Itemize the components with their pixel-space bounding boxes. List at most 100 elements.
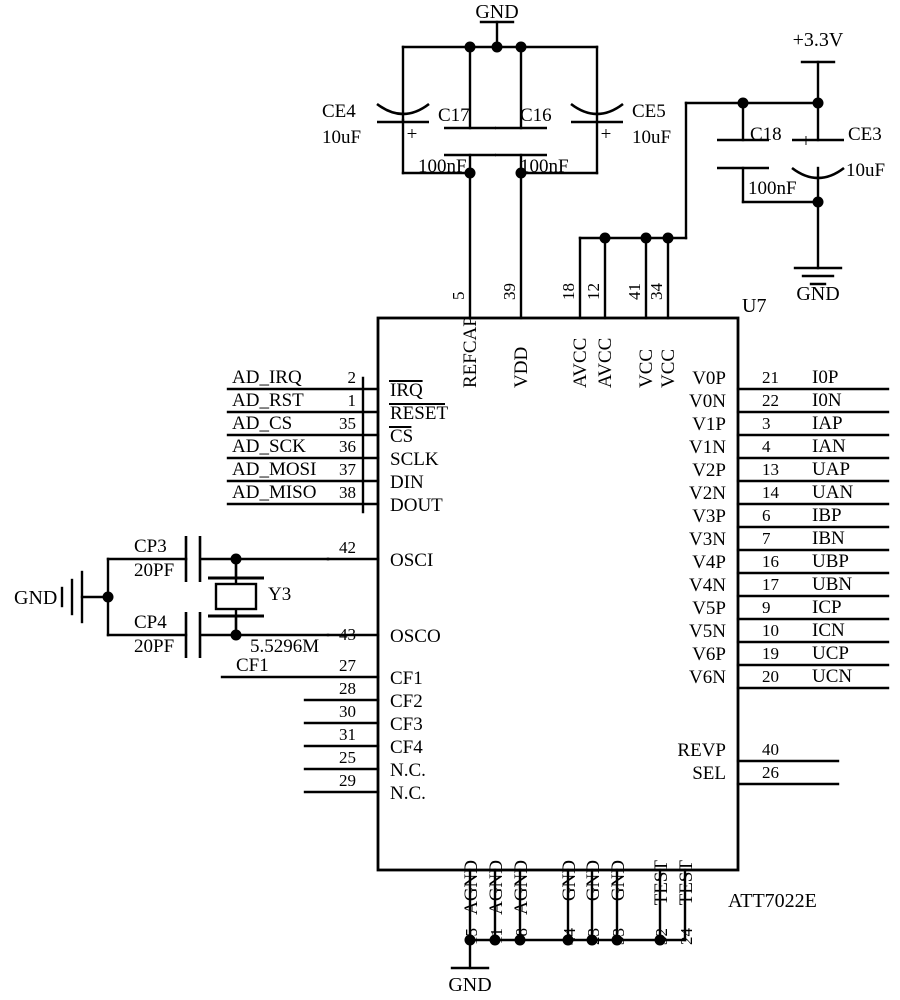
cap-val-c18: 100nF [748, 178, 797, 199]
ic-refdes: U7 [742, 295, 766, 317]
left-pin-name-cs: CS [390, 426, 413, 447]
schematic-drawing: GND+3.3VGNDGNDGNDCE410uFC17100nFC16100nF… [14, 1, 890, 996]
left-pin-number-37: 37 [339, 460, 357, 479]
top-pin-number-34: 34 [647, 283, 666, 301]
right-pin-name-ubn: UBN [812, 574, 852, 595]
cap-val-c16: 100nF [520, 156, 569, 177]
bottom-pin-number-11: 11 [487, 928, 506, 944]
cap-val-cp4: 20PF [134, 636, 174, 657]
polarity-ce5: + [601, 124, 612, 145]
bottom-pin-name-agnd-11: AGND [486, 860, 507, 915]
cap-ref-cp4: CP4 [134, 612, 167, 633]
left-pin-number-38: 38 [339, 483, 356, 502]
cap-ref-c17: C17 [438, 105, 470, 126]
right-pin-name-i0p: I0P [812, 367, 838, 388]
bottom-pin-name-gnd-44: GND [559, 860, 580, 901]
polarity-ce4: + [407, 124, 418, 145]
net-label-vcc: +3.3V [793, 29, 844, 51]
right-pin-name-ucp: UCP [812, 643, 849, 664]
right-pin-number-3: 3 [762, 414, 771, 433]
left-pin-name-cf4-31: CF4 [390, 737, 423, 758]
left-pin-number-36: 36 [339, 437, 356, 456]
left-pin-number-43: 43 [339, 625, 356, 644]
right-pin-number-17: 17 [762, 575, 780, 594]
bottom-pin-number-44: 44 [560, 928, 579, 946]
left-pin-number-31: 31 [339, 725, 356, 744]
top-pin-name-refcap-5: REFCAP [460, 316, 481, 388]
bottom-pin-name-test-32: TEST [651, 860, 672, 906]
right-pin-inner-v4n: V4N [689, 575, 726, 596]
right-pin-number-26: 26 [762, 763, 779, 782]
right-pin-number-16: 16 [762, 552, 779, 571]
net-label-ad_sck: AD_SCK [232, 436, 306, 457]
right-pin-number-13: 13 [762, 460, 779, 479]
net-label-ad_irq: AD_IRQ [232, 367, 302, 388]
right-pin-inner-v6n: V6N [689, 667, 726, 688]
top-pin-number-41: 41 [625, 283, 644, 300]
bottom-pin-name-gnd-33: GND [608, 860, 629, 901]
right-pin-number-7: 7 [762, 529, 771, 548]
top-pin-name-avcc-18: AVCC [570, 338, 591, 388]
right-pin-name-ian: IAN [812, 436, 846, 457]
bottom-pin-number-24: 24 [677, 928, 696, 946]
right-pin-name-ibp: IBP [812, 505, 842, 526]
cap-val-c17: 100nF [418, 156, 467, 177]
right-pin-inner-v2n: V2N [689, 483, 726, 504]
schematic-canvas: GND +3.3V GND GND GND CE4 10uF C17 100nF C16 100nF… [0, 0, 900, 1000]
text-layer: GND+3.3VGNDGNDGNDCE410uFC17100nFC16100nF… [14, 1, 885, 996]
left-pin-number-28: 28 [339, 679, 356, 698]
right-pin-number-20: 20 [762, 667, 779, 686]
bottom-pin-name-test-24: TEST [676, 860, 697, 906]
net-label-gnd-left: GND [14, 587, 57, 609]
left-pin-name-cf3-30: CF3 [390, 714, 423, 735]
right-pin-inner-v3p: V3P [692, 506, 726, 527]
right-pin-name-ibn: IBN [812, 528, 845, 549]
right-pin-number-22: 22 [762, 391, 779, 410]
bottom-pin-name-agnd-15: AGND [461, 860, 482, 915]
right-pin-inner-revp: REVP [677, 740, 726, 761]
net-label-cf1: CF1 [236, 655, 269, 676]
right-pin-inner-v5p: V5P [692, 598, 726, 619]
top-pin-number-5: 5 [449, 292, 468, 301]
left-pin-number-30: 30 [339, 702, 356, 721]
right-pin-inner-v2p: V2P [692, 460, 726, 481]
crystal-value: 5.5296M [250, 636, 319, 657]
top-pin-number-39: 39 [500, 283, 519, 300]
top-pin-name-avcc-12: AVCC [595, 338, 616, 388]
bottom-pin-number-33: 33 [609, 928, 628, 945]
right-pin-inner-v5n: V5N [689, 621, 726, 642]
left-pin-name-din: DIN [390, 472, 424, 493]
right-pin-name-ubp: UBP [812, 551, 849, 572]
cap-ref-ce3: CE3 [848, 124, 882, 145]
right-pin-number-40: 40 [762, 740, 779, 759]
net-label-gnd-right: GND [796, 283, 839, 305]
net-label-gnd-top: GND [475, 1, 518, 23]
cap-ref-cp3: CP3 [134, 536, 167, 557]
polarity-ce3: + [801, 131, 812, 152]
bottom-pin-number-15: 15 [462, 928, 481, 945]
right-pin-number-14: 14 [762, 483, 780, 502]
crystal-ref-y3: Y3 [268, 584, 291, 605]
bottom-pin-name-gnd-23: GND [583, 860, 604, 901]
top-pin-number-12: 12 [584, 283, 603, 300]
left-pin-name-reset: RESET [390, 403, 448, 424]
bottom-pin-number-32: 32 [652, 928, 671, 945]
left-pin-name-osci: OSCI [390, 550, 433, 571]
right-pin-name-icn: ICN [812, 620, 845, 641]
right-pin-inner-v0p: V0P [692, 368, 726, 389]
left-pin-name-nc-25: N.C. [390, 760, 426, 781]
right-pin-name-icp: ICP [812, 597, 842, 618]
right-pin-inner-sel: SEL [692, 763, 726, 784]
cap-ref-c18: C18 [750, 124, 782, 145]
left-pin-name-nc-29: N.C. [390, 783, 426, 804]
top-pin-number-18: 18 [559, 283, 578, 300]
right-pin-name-ucn: UCN [812, 666, 852, 687]
right-pin-number-19: 19 [762, 644, 779, 663]
right-pin-name-uap: UAP [812, 459, 850, 480]
right-pin-number-21: 21 [762, 368, 779, 387]
top-pin-name-vdd-39: VDD [511, 347, 532, 388]
right-pin-name-iap: IAP [812, 413, 843, 434]
right-pin-inner-v3n: V3N [689, 529, 726, 550]
right-pin-number-10: 10 [762, 621, 779, 640]
left-pin-name-irq: IRQ [390, 380, 423, 401]
